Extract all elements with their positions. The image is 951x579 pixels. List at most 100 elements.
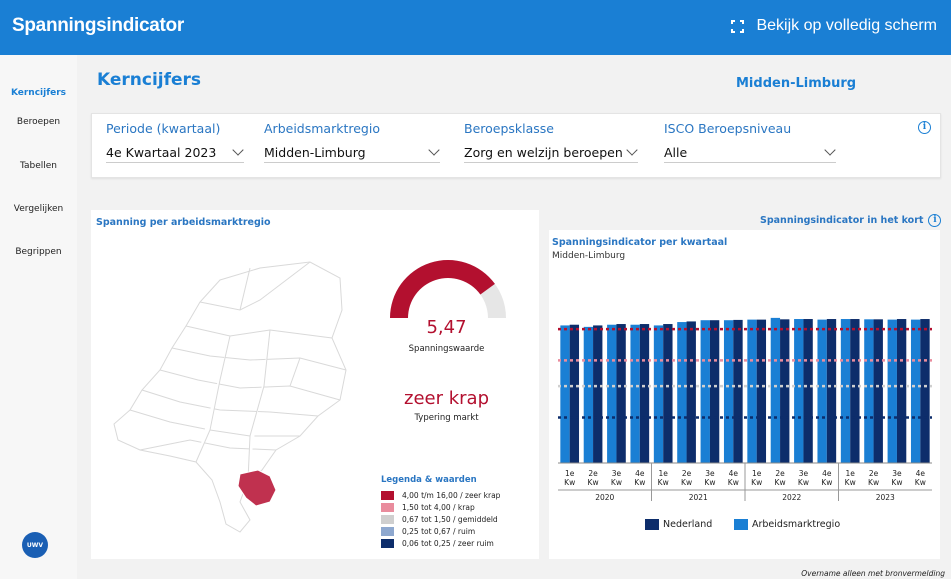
x-tick-label: Kw	[845, 478, 856, 487]
legend-item: 4,00 t/m 16,00 / zeer krap	[381, 490, 500, 500]
uwv-logo: UWV	[22, 532, 48, 558]
chart-legend-item[interactable]: Arbeidsmarktregio	[734, 519, 840, 530]
bar-nederland	[593, 325, 603, 463]
bar-arbeidsmarktregio	[747, 319, 757, 463]
legend-item: 0,67 tot 1,50 / gemiddeld	[381, 514, 498, 524]
bar-arbeidsmarktregio	[560, 325, 570, 463]
bar-arbeidsmarktregio	[607, 324, 617, 463]
bar-arbeidsmarktregio	[817, 319, 827, 463]
bar-nederland	[756, 319, 767, 463]
x-tick-label: Kw	[728, 478, 739, 487]
x-tick-label: 4e	[729, 469, 739, 478]
footer-note: Overname alleen met bronvermelding	[801, 569, 945, 578]
filter-bar: Periode (kwartaal) 4e Kwartaal 2023 Arbe…	[91, 113, 941, 178]
bar-arbeidsmarktregio	[583, 326, 594, 463]
chevron-down-icon	[232, 144, 244, 156]
netherlands-map[interactable]	[100, 240, 380, 540]
x-tick-label: 3e	[705, 469, 715, 478]
legend-swatch	[381, 502, 394, 512]
x-tick-label: Kw	[868, 478, 879, 487]
map-panel-title: Spanning per arbeidsmarktregio	[96, 217, 271, 228]
bar-nederland	[896, 319, 907, 463]
map-regions	[113, 261, 347, 533]
year-label: 2022	[782, 493, 801, 502]
x-tick-label: 4e	[916, 469, 926, 478]
bar-nederland	[733, 319, 743, 463]
midden-limburg-region	[237, 469, 277, 507]
chart-subtitle: Midden-Limburg	[552, 251, 626, 261]
bar-arbeidsmarktregio	[630, 324, 640, 463]
fullscreen-icon	[731, 19, 745, 33]
x-tick-label: 2e	[682, 469, 692, 478]
chevron-down-icon	[824, 144, 836, 156]
bar-nederland	[803, 319, 813, 463]
chart-legend-item[interactable]: Nederland	[645, 519, 712, 530]
x-tick-label: Kw	[681, 478, 692, 487]
x-tick-label: 1e	[565, 469, 575, 478]
kort-label: Spanningsindicator in het kort	[760, 215, 924, 226]
x-tick-label: 2e	[588, 469, 598, 478]
x-tick-label: Kw	[798, 478, 809, 487]
legend-item: 1,50 tot 4,00 / krap	[381, 502, 475, 512]
bar-arbeidsmarktregio	[653, 325, 664, 463]
region-label: Arbeidsmarktregio	[264, 121, 380, 136]
bar-nederland	[709, 320, 720, 463]
gauge-fill	[390, 260, 495, 318]
x-tick-label: 3e	[612, 469, 622, 478]
info-icon[interactable]: i	[918, 121, 931, 134]
legend-label: 1,50 tot 4,00 / krap	[402, 502, 475, 512]
bar-nederland	[920, 319, 930, 463]
kort-link[interactable]: Spanningsindicator in het kort i	[760, 214, 942, 227]
x-tick-label: 1e	[752, 469, 762, 478]
legend-label: Nederland	[663, 519, 713, 530]
period-select[interactable]: 4e Kwartaal 2023	[106, 141, 244, 163]
bar-chart[interactable]: 1eKw2eKw3eKw4eKw1eKw2eKw3eKw4eKw1eKw2eKw…	[552, 280, 936, 512]
region-select[interactable]: Midden-Limburg	[264, 141, 440, 163]
beroepsklasse-label: Beroepsklasse	[464, 121, 555, 136]
legend-swatch	[381, 514, 394, 524]
legend-label: Arbeidsmarktregio	[752, 519, 841, 530]
year-label: 2023	[876, 493, 895, 502]
beroepsklasse-select[interactable]: Zorg en welzijn beroepen	[464, 141, 638, 163]
x-tick-label: 1e	[658, 469, 668, 478]
legend-swatch	[381, 526, 394, 536]
bar-nederland	[616, 324, 626, 463]
x-tick-label: Kw	[564, 478, 575, 487]
sidebar-item-kerncijfers[interactable]: Kerncijfers	[0, 88, 77, 98]
legend-label: 4,00 t/m 16,00 / zeer krap	[402, 490, 501, 500]
x-tick-label: Kw	[704, 478, 715, 487]
legend-label: 0,25 tot 0,67 / ruim	[402, 526, 476, 536]
legend-item: 0,25 tot 0,67 / ruim	[381, 526, 475, 536]
chevron-down-icon	[626, 144, 638, 156]
gauge-caption: Spanningswaarde	[408, 344, 485, 354]
isco-value: Alle	[664, 145, 688, 160]
sidebar-item-begrippen[interactable]: Begrippen	[0, 247, 77, 257]
period-value: 4e Kwartaal 2023	[106, 145, 217, 160]
legend-swatch	[645, 519, 659, 530]
period-label: Periode (kwartaal)	[106, 121, 221, 136]
x-tick-label: Kw	[915, 478, 926, 487]
sidebar-item-tabellen[interactable]: Tabellen	[0, 161, 77, 171]
bar-nederland	[569, 324, 580, 463]
bar-nederland	[850, 319, 860, 463]
bar-arbeidsmarktregio	[864, 319, 874, 463]
sidebar-item-beroepen[interactable]: Beroepen	[0, 117, 77, 127]
x-tick-label: Kw	[588, 478, 599, 487]
isco-select[interactable]: Alle	[664, 141, 836, 163]
x-tick-label: 2e	[775, 469, 785, 478]
bar-arbeidsmarktregio	[794, 319, 804, 463]
x-tick-label: Kw	[658, 478, 669, 487]
legend-swatch	[381, 490, 394, 500]
bar-arbeidsmarktregio	[840, 319, 851, 463]
sidebar-item-vergelijken[interactable]: Vergelijken	[0, 204, 77, 214]
x-tick-label: 3e	[799, 469, 809, 478]
page-title: Kerncijfers	[97, 70, 202, 90]
x-tick-label: Kw	[751, 478, 762, 487]
legend-swatch	[734, 519, 748, 530]
beroepsklasse-value: Zorg en welzijn beroepen	[464, 145, 623, 160]
region-title: Midden-Limburg	[736, 76, 857, 91]
fullscreen-button[interactable]: Bekijk op volledig scherm	[731, 17, 937, 35]
top-bar: Spanningsindicator Bekijk op volledig sc…	[0, 0, 951, 55]
gauge-value: 5,47	[426, 317, 467, 338]
bar-arbeidsmarktregio	[887, 319, 897, 463]
